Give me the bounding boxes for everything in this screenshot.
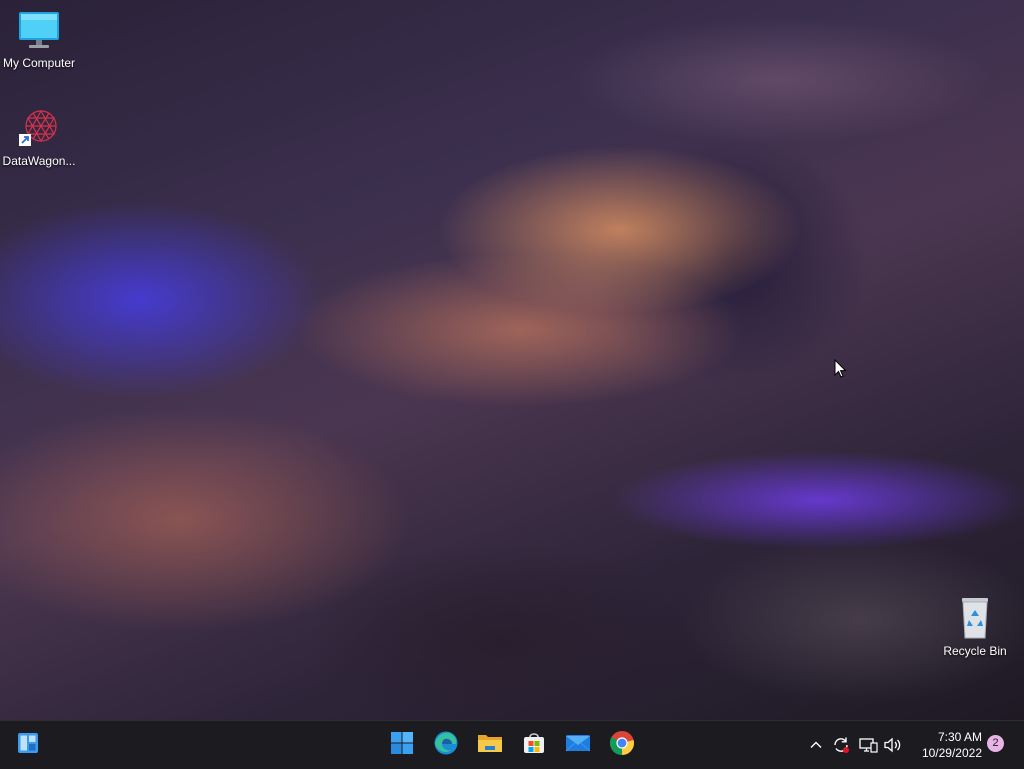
- edge-browser-icon: [433, 730, 459, 761]
- folder-icon: [477, 731, 503, 760]
- desktop-icon-label: DataWagon...: [2, 154, 76, 168]
- mail-button[interactable]: [562, 729, 594, 761]
- clock-time: 7:30 AM: [937, 730, 982, 744]
- clock[interactable]: 7:30 AM 10/29/2022: [910, 729, 982, 761]
- taskbar: 7:30 AM 10/29/2022: [0, 720, 1024, 769]
- windows-start-icon: [390, 731, 414, 760]
- monitor-icon: [15, 6, 63, 54]
- chevron-up-icon[interactable]: [806, 735, 826, 755]
- desktop-icon-recycle-bin[interactable]: Recycle Bin: [936, 594, 1014, 659]
- desktop-icon-my-computer[interactable]: My Computer: [0, 6, 78, 71]
- desktop-icon-label: My Computer: [2, 56, 76, 70]
- edge-browser-button[interactable]: [430, 729, 462, 761]
- chrome-icon: [609, 730, 635, 761]
- file-explorer-button[interactable]: [474, 729, 506, 761]
- volume-icon[interactable]: [883, 735, 903, 755]
- start-button[interactable]: [386, 729, 418, 761]
- desktop-icon-label: Recycle Bin: [943, 644, 1007, 658]
- chrome-button[interactable]: [606, 729, 638, 761]
- mail-icon: [565, 732, 591, 759]
- datawagon-shortcut-icon: [15, 104, 63, 152]
- network-icon[interactable]: [858, 735, 878, 755]
- widgets-button[interactable]: [12, 729, 44, 761]
- widgets-icon: [16, 731, 40, 760]
- recycle-bin-icon: [951, 594, 999, 642]
- sync-icon[interactable]: [831, 735, 851, 755]
- store-icon: [522, 731, 546, 760]
- clock-date: 10/29/2022: [921, 746, 982, 760]
- mouse-cursor-icon: [834, 358, 848, 379]
- desktop-icon-datawagon[interactable]: DataWagon...: [0, 104, 78, 169]
- desktop-wallpaper: My Computer DataWagon... Recycle Bin: [0, 0, 1024, 720]
- notification-count-badge[interactable]: 2: [987, 735, 1004, 752]
- store-button[interactable]: [518, 729, 550, 761]
